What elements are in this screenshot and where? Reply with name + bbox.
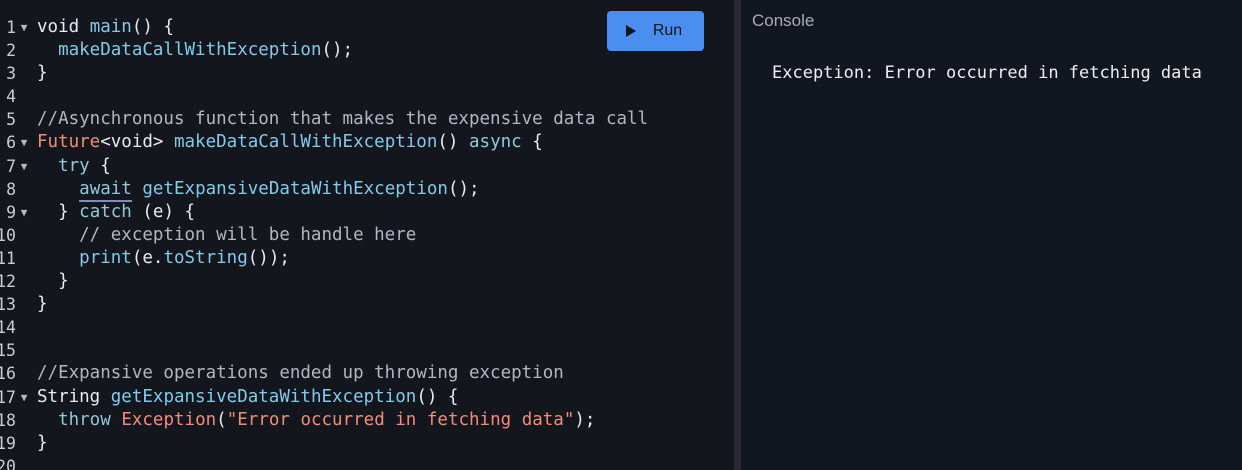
code-text: await getExpansiveDataWithException(); — [37, 178, 480, 202]
code-token: } — [37, 201, 80, 222]
line-number: 18 — [0, 410, 16, 430]
line-number: 9 — [6, 202, 16, 222]
fold-arrow-icon[interactable]: ▼ — [19, 131, 29, 154]
code-token: print — [79, 247, 132, 268]
code-token: (e. — [131, 247, 164, 268]
code-token: //Expansive operations ended up throwing… — [37, 363, 564, 384]
code-token: void — [37, 17, 90, 37]
code-token: getExpansiveDataWithException — [142, 178, 448, 199]
code-token: ()); — [247, 247, 290, 268]
code-token: async — [469, 132, 522, 153]
line-number: 16 — [0, 364, 16, 384]
line-number: 15 — [0, 341, 16, 361]
code-token: toString — [163, 247, 248, 268]
code-token: // exception will be handle here — [37, 224, 417, 245]
code-token: "Error occurred in fetching data" — [226, 409, 575, 430]
code-token: } — [37, 63, 48, 84]
code-text: } catch (e) { — [37, 201, 195, 224]
line-number: 4 — [6, 87, 16, 107]
fold-arrow-icon[interactable]: ▼ — [19, 155, 29, 178]
console-output: Exception: Error occurred in fetching da… — [772, 63, 1202, 83]
code-token: makeDataCallWithException — [173, 132, 438, 153]
code-text: } — [37, 293, 48, 316]
code-text: makeDataCallWithException(); — [37, 39, 353, 62]
code-text: //Expansive operations ended up throwing… — [37, 362, 564, 385]
code-token: await — [79, 178, 132, 202]
code-token: (e) { — [131, 201, 196, 222]
line-number: 8 — [6, 179, 16, 199]
code-token: { — [521, 132, 543, 153]
console-title: Console — [752, 11, 815, 30]
play-icon — [625, 25, 636, 37]
code-token: ( — [216, 409, 227, 430]
code-text: Future<void> makeDataCallWithException()… — [37, 131, 543, 154]
code-token: ); — [574, 409, 596, 430]
line-number: 11 — [0, 248, 16, 268]
code-token: main — [89, 17, 132, 37]
code-token: String — [37, 386, 111, 407]
fold-arrow-icon[interactable]: ▼ — [19, 201, 29, 224]
code-text: void main() { — [37, 16, 174, 39]
code-editor[interactable]: 1 ▼ void main() {2 makeDataCallWithExcepti… — [0, 0, 734, 470]
line-number: 10 — [0, 225, 16, 245]
code-text: String getExpansiveDataWithException() { — [37, 386, 458, 409]
fold-arrow-icon[interactable]: ▼ — [19, 386, 29, 409]
code-text: throw Exception("Error occurred in fetch… — [37, 409, 595, 432]
code-text: //Asynchronous function that makes the e… — [37, 108, 648, 131]
code-text: // exception will be handle here — [37, 224, 416, 247]
code-token: (); — [447, 178, 480, 199]
code-token: () — [437, 132, 469, 153]
code-token: makeDataCallWithException — [58, 40, 322, 61]
line-number: 6 — [6, 133, 16, 153]
console-panel: Console Exception: Error occurred in fet… — [741, 0, 1242, 470]
line-number: 2 — [6, 41, 16, 61]
code-token: { — [89, 155, 111, 176]
line-number: 7 — [6, 156, 16, 176]
code-token: //Asynchronous function that makes the e… — [37, 109, 649, 130]
code-token: Future — [37, 132, 101, 153]
code-token: Exception — [121, 409, 217, 430]
code-token: () { — [416, 386, 459, 407]
code-text: } — [37, 270, 69, 293]
line-number: 20 — [0, 456, 16, 470]
code-token: throw — [58, 409, 111, 430]
code-token: getExpansiveDataWithException — [110, 386, 417, 407]
code-token: (); — [321, 40, 354, 61]
code-token: } — [37, 294, 48, 315]
line-number: 5 — [6, 110, 16, 130]
line-number: 17 — [0, 387, 16, 407]
line-number: 3 — [6, 64, 16, 84]
line-number: 12 — [0, 272, 16, 292]
code-text: } — [37, 432, 48, 455]
fold-arrow-icon[interactable]: ▼ — [19, 16, 29, 39]
code-token: catch — [79, 201, 132, 222]
code-text: } — [37, 62, 48, 85]
line-number: 19 — [0, 433, 16, 453]
code-token: } — [37, 432, 48, 453]
code-text: try { — [37, 155, 111, 178]
panel-divider[interactable] — [734, 0, 741, 470]
code-token: () { — [131, 17, 174, 37]
code-token: } — [37, 271, 69, 292]
line-number: 1 — [6, 18, 16, 37]
code-token: try — [58, 155, 90, 176]
code-token: <void> — [100, 132, 174, 153]
run-button[interactable]: Run — [607, 11, 704, 51]
code-text: print(e.toString()); — [37, 247, 290, 270]
line-number: 13 — [0, 295, 16, 315]
run-button-label: Run — [652, 22, 683, 39]
line-number: 14 — [0, 318, 16, 338]
